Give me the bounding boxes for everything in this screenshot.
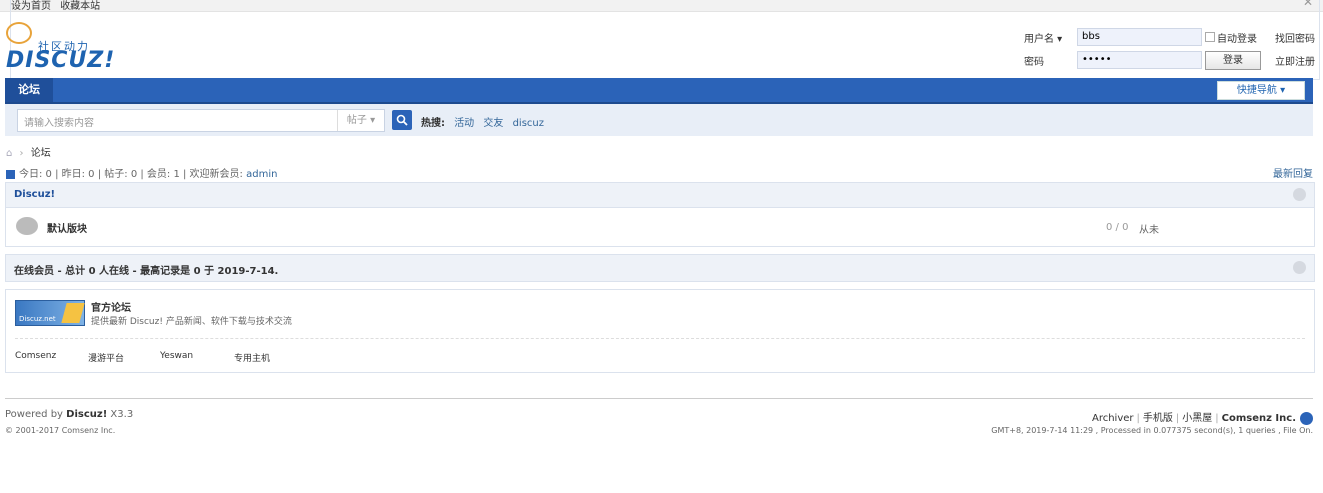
friend-link-title[interactable]: 官方论坛: [91, 299, 131, 314]
banner-graphic: [61, 303, 85, 323]
divider: [15, 338, 1305, 339]
search-type-select[interactable]: 帖子 ▾: [337, 110, 384, 131]
breadcrumb: ⌂ › 论坛: [6, 144, 51, 159]
archiver-link[interactable]: Archiver: [1092, 413, 1134, 424]
bookmark-link[interactable]: 收藏本站: [60, 1, 100, 12]
powered-text: Powered by: [5, 409, 67, 420]
forum-group-title[interactable]: Discuz!: [14, 189, 55, 200]
forum-status-icon: [16, 217, 38, 235]
forum-name[interactable]: 默认版块: [47, 220, 87, 235]
breadcrumb-sep: ›: [19, 148, 24, 159]
search-icon: [396, 114, 408, 126]
home-icon[interactable]: ⌂: [6, 148, 12, 159]
text-link[interactable]: Comsenz: [15, 351, 56, 361]
stats-icon: [6, 169, 15, 179]
forgot-password-link[interactable]: 找回密码: [1275, 30, 1315, 45]
search-bar: 请输入搜索内容 帖子 ▾ 热搜: 活动 交友 discuz: [5, 104, 1313, 136]
top-bar: 设为首页 收藏本站 ✕: [0, 0, 1323, 80]
banner-text: Discuz.net: [19, 315, 56, 323]
footer-divider: [5, 398, 1313, 399]
nav-item-forum[interactable]: 论坛: [5, 78, 53, 102]
newest-member-link[interactable]: admin: [246, 169, 277, 180]
online-members: 在线会员 - 总计 0 人在线 - 最高记录是 0 于 2019-7-14.: [5, 254, 1315, 282]
username-input[interactable]: bbs: [1077, 28, 1202, 46]
forum-group-header: Discuz!: [6, 183, 1314, 208]
hot-search-label: 热搜:: [421, 118, 445, 129]
username-label[interactable]: 用户名 ▾: [1024, 30, 1062, 45]
forum-last-post: 从未: [1139, 225, 1159, 236]
search-input[interactable]: 请输入搜索内容 帖子 ▾: [17, 109, 385, 132]
friend-links: Discuz.net 官方论坛 提供最新 Discuz! 产品新闻、软件下载与技…: [5, 289, 1315, 373]
collapse-icon[interactable]: [1293, 261, 1306, 274]
text-link[interactable]: 专用主机: [234, 351, 270, 364]
blackroom-link[interactable]: 小黑屋: [1182, 413, 1212, 424]
login-form: 用户名 ▾ bbs 自动登录 找回密码 密码 ••••• 登录 立即注册: [1024, 28, 1319, 72]
password-label: 密码: [1024, 57, 1044, 68]
breadcrumb-current[interactable]: 论坛: [31, 148, 51, 159]
hot-term[interactable]: 交友: [483, 118, 503, 129]
security-badge-icon: [1300, 411, 1313, 425]
autologin-label: 自动登录: [1217, 34, 1257, 45]
hot-search: 热搜: 活动 交友 discuz: [421, 114, 544, 129]
login-button[interactable]: 登录: [1205, 51, 1261, 70]
autologin-checkbox[interactable]: [1205, 32, 1215, 42]
logo-bubble-icon: [6, 22, 32, 44]
friend-link-banner[interactable]: Discuz.net: [15, 300, 85, 326]
set-homepage-link[interactable]: 设为首页: [11, 1, 51, 12]
collapse-icon[interactable]: [1293, 188, 1306, 201]
discuz-logo[interactable]: 社区动力 DISCUZ!: [6, 22, 116, 73]
powered-brand[interactable]: Discuz!: [66, 409, 107, 420]
forum-stats: 今日: 0 | 昨日: 0 | 帖子: 0 | 会员: 1 | 欢迎新会员: a…: [6, 165, 277, 180]
password-input[interactable]: •••••: [1077, 51, 1202, 69]
search-button[interactable]: [392, 110, 412, 130]
new-reply-link[interactable]: 最新回复: [1273, 165, 1313, 180]
company-link[interactable]: Comsenz Inc.: [1222, 413, 1296, 424]
text-link[interactable]: Yeswan: [160, 351, 193, 361]
hot-term[interactable]: discuz: [513, 118, 544, 129]
friend-link-desc: 提供最新 Discuz! 产品新闻、软件下载与技术交流: [91, 317, 292, 327]
search-placeholder: 请输入搜索内容: [24, 118, 94, 129]
footer-links: Archiver | 手机版 | 小黑屋 | Comsenz Inc.: [1092, 409, 1313, 425]
online-title[interactable]: 在线会员 - 总计 0 人在线 - 最高记录是 0 于 2019-7-14.: [14, 262, 278, 277]
logo-brand: DISCUZ!: [6, 48, 116, 73]
footer-info: GMT+8, 2019-7-14 11:29 , Processed in 0.…: [991, 426, 1313, 435]
main-nav: 论坛 快捷导航 ▾: [5, 78, 1313, 104]
close-icon[interactable]: ✕: [1303, 0, 1313, 9]
hot-term[interactable]: 活动: [454, 118, 474, 129]
stats-text: 今日: 0 | 昨日: 0 | 帖子: 0 | 会员: 1 | 欢迎新会员:: [19, 169, 247, 180]
forum-group: Discuz! 默认版块 0 / 0 从未: [5, 182, 1315, 247]
forum-counts: 0 / 0: [1106, 222, 1129, 233]
powered-by: Powered by Discuz! X3.3: [5, 409, 133, 420]
copyright: © 2001-2017 Comsenz Inc.: [5, 426, 116, 435]
register-link[interactable]: 立即注册: [1275, 53, 1315, 68]
quick-nav-button[interactable]: 快捷导航 ▾: [1217, 81, 1305, 100]
powered-version: X3.3: [107, 409, 134, 420]
mobile-link[interactable]: 手机版: [1143, 413, 1173, 424]
text-link[interactable]: 漫游平台: [88, 351, 124, 364]
